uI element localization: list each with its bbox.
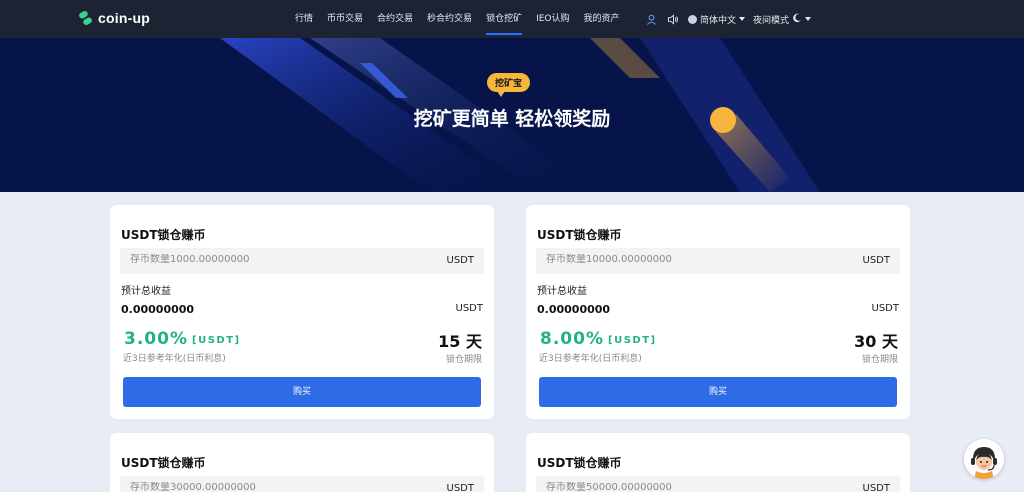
amount-unit: USDT	[862, 483, 890, 492]
card-title: USDT锁仓赚币	[121, 456, 206, 470]
annual-rate: 8.00%	[540, 329, 604, 349]
nav-item-second-contract[interactable]: 秒合约交易	[420, 0, 479, 38]
rate-note: 近3日参考年化(日币利息)	[539, 354, 642, 364]
income-label: 预计总收益	[121, 286, 171, 297]
lock-days: 30 天	[854, 332, 898, 351]
nav-item-market[interactable]: 行情	[288, 0, 320, 38]
language-label: 简体中文	[700, 15, 737, 26]
night-mode-toggle[interactable]: 夜间模式	[753, 13, 812, 26]
product-card-4: USDT锁仓赚币 USDT	[526, 433, 910, 492]
night-mode-label: 夜间模式	[753, 15, 790, 26]
chevron-down-icon	[805, 17, 812, 21]
rate-currency-tag: [USDT]	[608, 335, 657, 346]
customer-support-avatar[interactable]	[964, 439, 1004, 479]
amount-input[interactable]	[130, 482, 390, 492]
nav-item-spot-trading[interactable]: 币币交易	[320, 0, 370, 38]
product-card-2: USDT锁仓赚币 USDT 预计总收益 0.00000000 USDT 8.00…	[526, 205, 910, 419]
income-value: 0.00000000	[121, 303, 195, 316]
amount-input[interactable]	[546, 254, 806, 265]
logo-mark-icon	[78, 10, 94, 26]
income-value: 0.00000000	[537, 303, 611, 316]
product-card-1: USDT锁仓赚币 USDT 预计总收益 0.00000000 USDT 3.00…	[110, 205, 494, 419]
amount-field: USDT	[536, 476, 900, 492]
amount-field: USDT	[120, 476, 484, 492]
annual-rate: 3.00%	[124, 329, 188, 349]
lock-days-label: 锁仓期限	[861, 355, 898, 365]
amount-field: USDT	[536, 248, 900, 274]
nav-item-lock-mining[interactable]: 锁仓挖矿	[479, 0, 529, 38]
lock-days-label: 锁仓期限	[445, 355, 482, 365]
main-nav: 行情 币币交易 合约交易 秒合约交易 锁仓挖矿 IEO认购 我的资产	[288, 0, 627, 38]
product-card-3: USDT锁仓赚币 USDT	[110, 433, 494, 492]
income-unit: USDT	[455, 303, 483, 314]
income-label: 预计总收益	[537, 286, 587, 297]
support-agent-icon	[964, 439, 1004, 479]
logo-text: coin-up	[98, 10, 150, 26]
amount-input[interactable]	[546, 482, 806, 492]
amount-unit: USDT	[446, 255, 474, 266]
lock-days: 15 天	[438, 332, 482, 351]
nav-utilities: 简体中文 夜间模式	[644, 0, 812, 38]
speaker-icon[interactable]	[666, 12, 680, 26]
rate-note: 近3日参考年化(日币利息)	[123, 354, 226, 364]
chevron-down-icon	[739, 17, 746, 21]
hero-banner: 挖矿宝 挖矿更简单 轻松领奖励	[0, 38, 1024, 192]
globe-icon	[688, 14, 697, 24]
buy-button[interactable]: 购买	[539, 377, 897, 407]
amount-unit: USDT	[862, 255, 890, 266]
income-unit: USDT	[871, 303, 899, 314]
card-title: USDT锁仓赚币	[121, 228, 206, 242]
card-title: USDT锁仓赚币	[537, 228, 622, 242]
nav-item-contract-trading[interactable]: 合约交易	[370, 0, 420, 38]
nav-item-ieo[interactable]: IEO认购	[529, 0, 576, 38]
amount-input[interactable]	[130, 254, 390, 265]
language-selector[interactable]: 简体中文	[688, 13, 746, 26]
banner-title: 挖矿更简单 轻松领奖励	[413, 108, 611, 130]
moon-icon	[792, 13, 802, 26]
rate-currency-tag: [USDT]	[192, 335, 241, 346]
nav-item-my-assets[interactable]: 我的资产	[577, 0, 627, 38]
user-icon[interactable]	[644, 12, 658, 26]
banner-badge: 挖矿宝	[487, 73, 531, 97]
top-navbar: coin-up 行情 币币交易 合约交易 秒合约交易 锁仓挖矿 IEO认购 我的…	[0, 0, 1024, 38]
amount-field: USDT	[120, 248, 484, 274]
logo[interactable]: coin-up	[78, 10, 150, 26]
card-title: USDT锁仓赚币	[537, 456, 622, 470]
amount-unit: USDT	[446, 483, 474, 492]
buy-button[interactable]: 购买	[123, 377, 481, 407]
